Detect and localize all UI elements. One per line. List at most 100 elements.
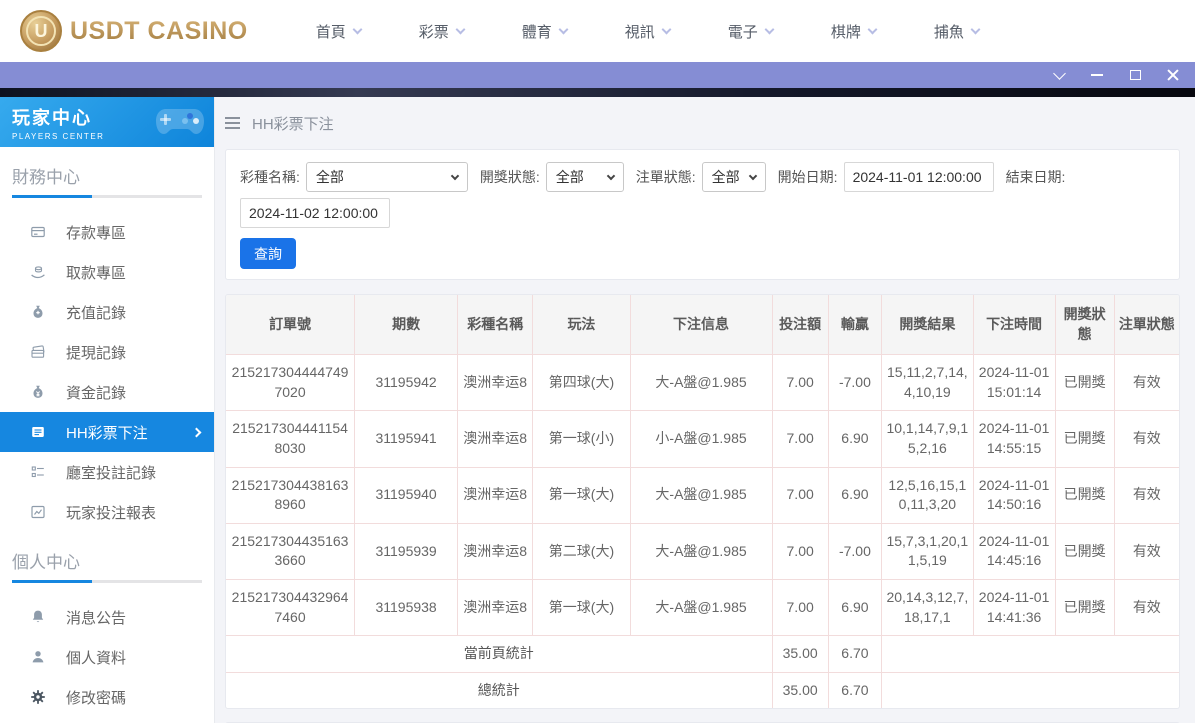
main-content: HH彩票下注 彩種名稱: 全部 開獎狀態: 全部 注單狀態: 全部 開始日期: … [215, 97, 1195, 723]
hamburger-menu-icon[interactable] [225, 114, 240, 132]
bell-icon [30, 609, 46, 625]
table-header-row: 訂單號 期數 彩種名稱 玩法 下注信息 投注額 輸贏 開獎結果 下注時間 開獎狀… [226, 295, 1179, 356]
draw-status-select[interactable]: 全部 [545, 162, 624, 192]
logo-monogram: U [34, 20, 48, 41]
chevron-down-icon [558, 24, 569, 34]
nav-item-boardgames[interactable]: 棋牌 [831, 21, 878, 42]
chevron-down-icon [606, 171, 616, 180]
sidebar-item-withdrawal-records[interactable]: 提現記錄 [0, 332, 214, 372]
sidebar-item-change-password[interactable]: 修改密碼 [0, 677, 214, 717]
nav-item-lottery[interactable]: 彩票 [419, 21, 466, 42]
end-date-label: 結束日期: [1005, 169, 1066, 185]
sidebar-item-player-bet-report[interactable]: 玩家投注報表 [0, 492, 214, 532]
end-date-input[interactable] [240, 198, 390, 228]
players-center-banner: 玩家中心 PLAYERS CENTER [0, 97, 214, 147]
nav-item-live[interactable]: 視訊 [625, 21, 672, 42]
chevron-down-icon [450, 171, 460, 180]
col-bet-time: 下注時間 [972, 295, 1056, 356]
sidebar: 玩家中心 PLAYERS CENTER 財務中心 存款專區 取款專區 充值記錄 … [0, 97, 215, 723]
funds-bag-icon [30, 384, 46, 400]
recharge-bag-icon [30, 304, 46, 320]
withdraw-hand-icon [30, 264, 46, 280]
main-nav: 首頁 彩票 體育 視訊 電子 棋牌 捕魚 [316, 21, 981, 42]
player-report-icon [30, 504, 46, 520]
order-status-select[interactable]: 全部 [701, 162, 766, 192]
lottery-name-select[interactable]: 全部 [305, 162, 468, 192]
col-order-status: 注單狀態 [1113, 295, 1179, 356]
sidebar-item-deposit[interactable]: 存款專區 [0, 212, 214, 252]
window-maximize-icon[interactable] [1127, 67, 1143, 83]
user-icon [30, 649, 46, 665]
bets-table-card: 訂單號 期數 彩種名稱 玩法 下注信息 投注額 輸贏 開獎結果 下注時間 開獎狀… [225, 294, 1180, 710]
sidebar-item-profile[interactable]: 個人資料 [0, 637, 214, 677]
window-minimize-icon[interactable] [1089, 67, 1105, 83]
draw-status-label: 開獎狀態: [479, 169, 540, 185]
gear-icon [30, 689, 46, 705]
col-bet-info: 下注信息 [629, 295, 773, 356]
section-divider [12, 195, 202, 198]
current-page-winloss: 6.70 [827, 635, 883, 673]
table-row: 2152173044351633660 31195939 澳洲幸运8 第二球(大… [226, 522, 1179, 580]
brand-logo: U USDT CASINO [20, 10, 248, 52]
deposit-card-icon [30, 224, 46, 240]
nav-item-sports[interactable]: 體育 [522, 21, 569, 42]
section-header-personal: 個人中心 [12, 553, 80, 572]
summary-row-total: 總統計 35.00 6.70 [226, 671, 1179, 709]
section-divider [12, 580, 202, 583]
total-amount: 35.00 [771, 671, 829, 709]
top-navigation-bar: U USDT CASINO 首頁 彩票 體育 視訊 電子 棋牌 捕魚 [0, 0, 1195, 62]
table-row: 2152173044329647460 31195938 澳洲幸运8 第一球(大… [226, 578, 1179, 637]
table-row: 2152173044381638960 31195940 澳洲幸运8 第一球(大… [226, 466, 1179, 524]
total-winloss: 6.70 [827, 671, 883, 709]
col-lottery-name: 彩種名稱 [457, 295, 534, 356]
start-date-input[interactable] [843, 162, 994, 192]
chevron-down-icon [970, 24, 981, 34]
chevron-down-icon [867, 24, 878, 34]
col-amount: 投注額 [771, 295, 829, 356]
order-status-label: 注單狀態: [635, 169, 696, 185]
room-bets-icon [30, 464, 46, 480]
col-order-id: 訂單號 [226, 295, 356, 356]
chevron-down-icon [455, 24, 466, 34]
summary-row-current-page: 當前頁統計 35.00 6.70 [226, 635, 1179, 673]
sidebar-item-announcements[interactable]: 消息公告 [0, 597, 214, 637]
nav-item-slots[interactable]: 電子 [728, 21, 775, 42]
sidebar-item-room-bet-records[interactable]: 廳室投註記錄 [0, 452, 214, 492]
current-page-stats-label: 當前頁統計 [226, 635, 773, 673]
section-header-finance: 財務中心 [12, 168, 80, 187]
window-titlebar [0, 62, 1195, 88]
withdrawal-wallet-icon [30, 344, 46, 360]
nav-item-fishing[interactable]: 捕魚 [934, 21, 981, 42]
nav-item-home[interactable]: 首頁 [316, 21, 363, 42]
chevron-down-icon [764, 24, 775, 34]
decorative-strip [0, 88, 1195, 97]
chevron-down-icon [748, 171, 757, 180]
current-page-amount: 35.00 [771, 635, 829, 673]
col-draw-status: 開獎狀態 [1054, 295, 1115, 356]
col-result: 開獎結果 [881, 295, 974, 356]
sidebar-item-hh-lottery-bets[interactable]: HH彩票下注 [0, 412, 214, 452]
table-row: 2152173044411548030 31195941 澳洲幸运8 第一球(小… [226, 410, 1179, 468]
col-play: 玩法 [532, 295, 631, 356]
chevron-down-icon [352, 24, 363, 34]
sidebar-item-withdraw[interactable]: 取款專區 [0, 252, 214, 292]
col-winloss: 輸贏 [827, 295, 883, 356]
filter-panel: 彩種名稱: 全部 開獎狀態: 全部 注單狀態: 全部 開始日期: 結束日期: 查… [225, 149, 1180, 280]
sidebar-item-recharge-records[interactable]: 充值記錄 [0, 292, 214, 332]
lottery-name-label: 彩種名稱: [240, 169, 300, 185]
lottery-bets-icon [30, 424, 46, 440]
window-close-icon[interactable] [1165, 67, 1181, 83]
chevron-down-icon [661, 24, 672, 34]
coin-logo-icon: U [20, 10, 62, 52]
window-collapse-icon[interactable] [1051, 66, 1067, 83]
page-title: HH彩票下注 [252, 115, 334, 133]
chevron-right-icon [191, 427, 202, 437]
start-date-label: 開始日期: [777, 169, 838, 185]
gamepad-icon [156, 109, 204, 134]
col-period: 期數 [354, 295, 459, 356]
brand-name: USDT CASINO [70, 16, 248, 45]
bets-table: 訂單號 期數 彩種名稱 玩法 下注信息 投注額 輸贏 開獎結果 下注時間 開獎狀… [226, 295, 1179, 709]
sidebar-item-funds-records[interactable]: 資金記錄 [0, 372, 214, 412]
search-button[interactable]: 查詢 [240, 238, 296, 269]
total-stats-label: 總統計 [226, 671, 773, 709]
